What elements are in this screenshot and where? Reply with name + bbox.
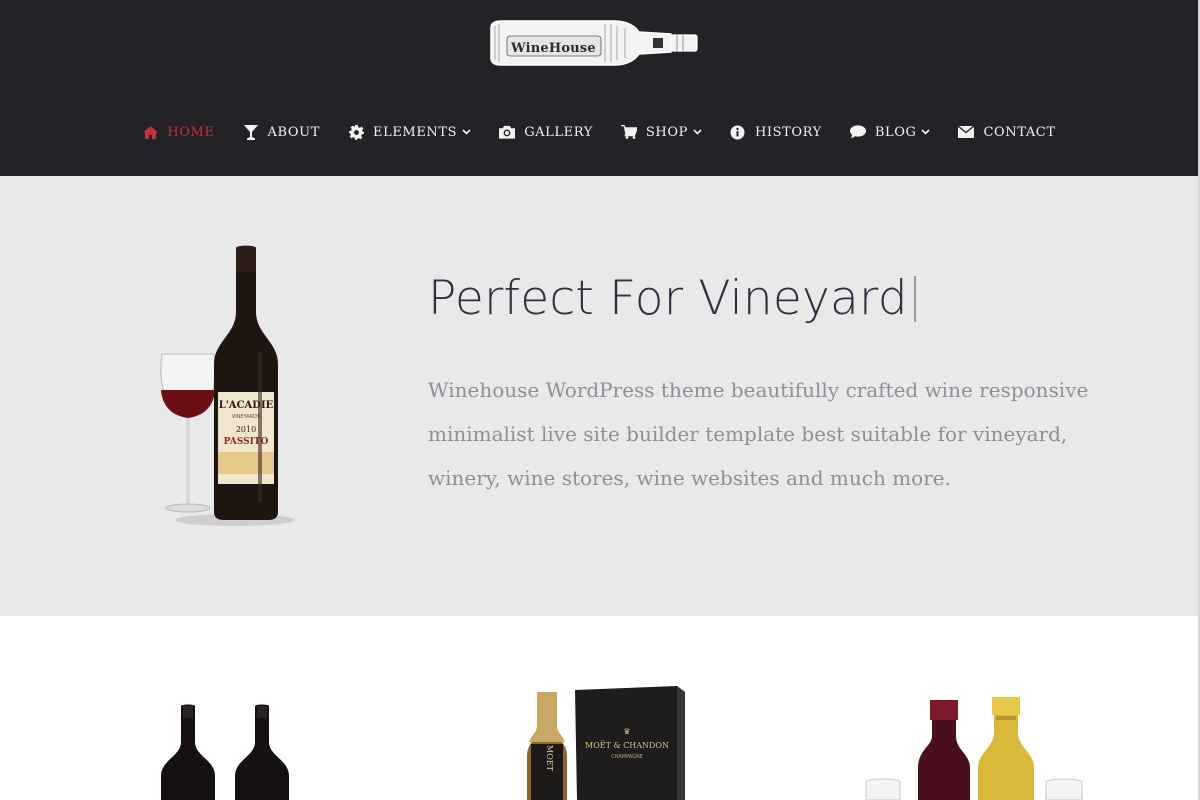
logo-text: WineHouse bbox=[511, 41, 596, 56]
nav-blog-label: BLOG bbox=[874, 124, 917, 140]
comment-icon bbox=[849, 124, 866, 140]
nav-about[interactable]: ABOUT bbox=[243, 118, 320, 146]
nav-shop-label: SHOP bbox=[645, 124, 688, 140]
site-header: WineHouse HOME ABOUT ELEMENTS GALLERY SH… bbox=[0, 0, 1198, 176]
main-nav: HOME ABOUT ELEMENTS GALLERY SHOP HISTORY… bbox=[0, 118, 1198, 146]
nav-gallery-label: GALLERY bbox=[524, 124, 593, 140]
product-red-and-white-wine-bottles[interactable] bbox=[860, 696, 1090, 800]
bottle-label-sub: VINEYARDS bbox=[232, 414, 260, 420]
bottle-label-brand: L'ACADIE bbox=[219, 400, 274, 411]
champagne-box-sub: CHAMPAGNE bbox=[611, 754, 643, 760]
nav-contact[interactable]: CONTACT bbox=[958, 118, 1055, 146]
wine-bottle-and-glass-image: L'ACADIE VINEYARDS 2010 PASSITO bbox=[150, 242, 300, 532]
logo[interactable]: WineHouse bbox=[485, 18, 700, 70]
hero-description: Winehouse WordPress theme beautifully cr… bbox=[428, 378, 1089, 490]
nav-gallery[interactable]: GALLERY bbox=[499, 118, 593, 146]
nav-about-label: ABOUT bbox=[267, 124, 321, 140]
camera-icon bbox=[499, 124, 516, 140]
info-icon bbox=[730, 124, 746, 140]
bottle-label-year: 2010 bbox=[236, 425, 256, 434]
products-section: MOET MOËT & CHANDON CHAMPAGNE ♛ bbox=[0, 616, 1198, 800]
nav-elements-label: ELEMENTS bbox=[373, 124, 458, 140]
product-two-red-wine-bottles[interactable] bbox=[155, 702, 305, 800]
home-icon bbox=[142, 124, 158, 140]
chevron-down-icon bbox=[693, 128, 702, 137]
product-moet-chandon-champagne[interactable]: MOET MOËT & CHANDON CHAMPAGNE ♛ bbox=[525, 686, 695, 800]
nav-home[interactable]: HOME bbox=[142, 118, 214, 146]
chevron-down-icon bbox=[462, 128, 471, 137]
envelope-icon bbox=[958, 124, 975, 140]
nav-contact-label: CONTACT bbox=[983, 124, 1056, 140]
hero-section: L'ACADIE VINEYARDS 2010 PASSITO Perfect … bbox=[0, 176, 1198, 616]
champagne-box-brand: MOËT & CHANDON bbox=[585, 741, 669, 750]
hero-title-text: Perfect For Vineyard bbox=[428, 271, 908, 326]
chevron-down-icon bbox=[921, 128, 931, 137]
gear-icon bbox=[348, 124, 364, 140]
nav-home-label: HOME bbox=[167, 124, 215, 140]
typing-cursor bbox=[913, 276, 916, 322]
svg-text:♛: ♛ bbox=[623, 727, 630, 736]
champagne-bottle-label: MOET bbox=[545, 745, 554, 772]
nav-history-label: HISTORY bbox=[754, 124, 822, 140]
cocktail-glass-icon bbox=[243, 124, 259, 140]
cart-icon bbox=[620, 124, 637, 140]
nav-shop[interactable]: SHOP bbox=[620, 118, 702, 146]
nav-history[interactable]: HISTORY bbox=[730, 118, 822, 146]
nav-blog[interactable]: BLOG bbox=[849, 118, 931, 146]
hero-title: Perfect For Vineyard bbox=[428, 268, 916, 330]
nav-elements[interactable]: ELEMENTS bbox=[348, 118, 471, 146]
